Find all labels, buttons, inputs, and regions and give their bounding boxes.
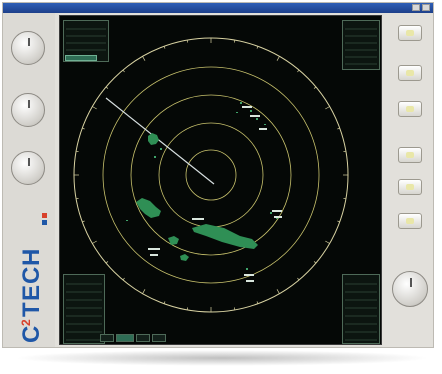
top-left-info-panel	[63, 20, 109, 62]
sea-knob[interactable]	[11, 93, 45, 127]
strip-button[interactable]	[136, 334, 150, 342]
strip-button-active[interactable]	[116, 334, 134, 342]
logo-letter-h: H	[18, 249, 45, 266]
bearing-tick	[276, 289, 280, 294]
knob-pointer	[410, 278, 412, 287]
bearing-tick	[325, 106, 330, 110]
land-echo	[136, 198, 161, 218]
bearing-tick	[92, 106, 97, 110]
bottom-button-strip	[100, 334, 220, 344]
control-button-4[interactable]	[398, 147, 422, 163]
bearing-tick	[163, 301, 166, 304]
bearing-tick	[82, 127, 85, 130]
drop-shadow	[14, 350, 430, 366]
gain-knob[interactable]	[11, 31, 45, 65]
control-button-1[interactable]	[398, 25, 422, 41]
land-echo	[192, 224, 258, 249]
button-lamp-icon	[406, 106, 414, 112]
bearing-tick	[82, 220, 85, 223]
heading-line	[105, 97, 215, 185]
top-right-info-panel	[342, 20, 380, 70]
land-echo	[180, 254, 189, 261]
bearing-tick	[256, 46, 259, 49]
strip-button[interactable]	[100, 334, 114, 342]
bearing-tick	[92, 240, 97, 244]
bearing-tick	[142, 56, 146, 61]
button-lamp-icon	[406, 30, 414, 36]
bearing-tick	[163, 46, 166, 49]
bearing-tick	[325, 240, 330, 244]
close-button[interactable]	[422, 4, 430, 11]
bottom-right-info-panel	[342, 274, 380, 344]
bearing-tick	[105, 261, 109, 264]
control-button-2[interactable]	[398, 65, 422, 81]
bearing-tick	[142, 289, 146, 294]
bottom-left-info-panel	[63, 274, 105, 344]
bearing-tick	[105, 86, 109, 89]
logo-letter-2: 2	[19, 319, 33, 326]
range-ring-1	[185, 149, 237, 201]
logo-square-red	[42, 213, 47, 218]
bearing-tick	[256, 301, 259, 304]
radar-console: C 2 T E C H	[2, 2, 434, 348]
bearing-tick	[122, 69, 125, 73]
minimize-button[interactable]	[412, 4, 420, 11]
bearing-tick	[276, 56, 280, 61]
bearing-tick	[337, 220, 340, 223]
range-knob[interactable]	[392, 271, 428, 307]
bearing-ticks	[74, 38, 348, 312]
bearing-tick	[297, 69, 300, 73]
logo-letter-c2: C	[18, 267, 45, 284]
control-button-6[interactable]	[398, 213, 422, 229]
panel-rows	[66, 277, 102, 341]
control-button-5[interactable]	[398, 179, 422, 195]
knob-pointer	[28, 158, 30, 166]
radar-ppi[interactable]	[60, 16, 382, 345]
land-echo	[148, 133, 159, 145]
radar-screen[interactable]	[59, 15, 382, 345]
outer-bearing-ring	[73, 37, 349, 313]
bearing-tick	[122, 277, 125, 281]
logo-letter-t: T	[18, 302, 45, 317]
knob-pointer	[28, 100, 30, 108]
button-lamp-icon	[406, 184, 414, 190]
panel-rows	[345, 23, 377, 67]
bearing-tick	[297, 277, 300, 281]
button-lamp-icon	[406, 218, 414, 224]
logo-letter-c: C	[18, 326, 45, 343]
bearing-tick	[337, 127, 340, 130]
mode-button[interactable]	[65, 55, 97, 61]
panel-rows	[66, 23, 106, 51]
target-markers	[148, 106, 282, 282]
range-ring-4	[102, 66, 320, 284]
title-bar	[3, 3, 433, 13]
control-button-3[interactable]	[398, 101, 422, 117]
button-lamp-icon	[406, 152, 414, 158]
logo-square-blue	[42, 220, 47, 225]
button-lamp-icon	[406, 70, 414, 76]
c2tech-logo: C 2 T E C H	[18, 213, 47, 343]
strip-button[interactable]	[152, 334, 166, 342]
bearing-tick	[313, 261, 317, 264]
bearing-tick	[313, 86, 317, 89]
knob-pointer	[28, 38, 30, 46]
rain-knob[interactable]	[11, 151, 45, 185]
logo-letter-e: E	[18, 285, 45, 301]
range-ring-2	[158, 122, 264, 228]
panel-rows	[345, 277, 377, 341]
